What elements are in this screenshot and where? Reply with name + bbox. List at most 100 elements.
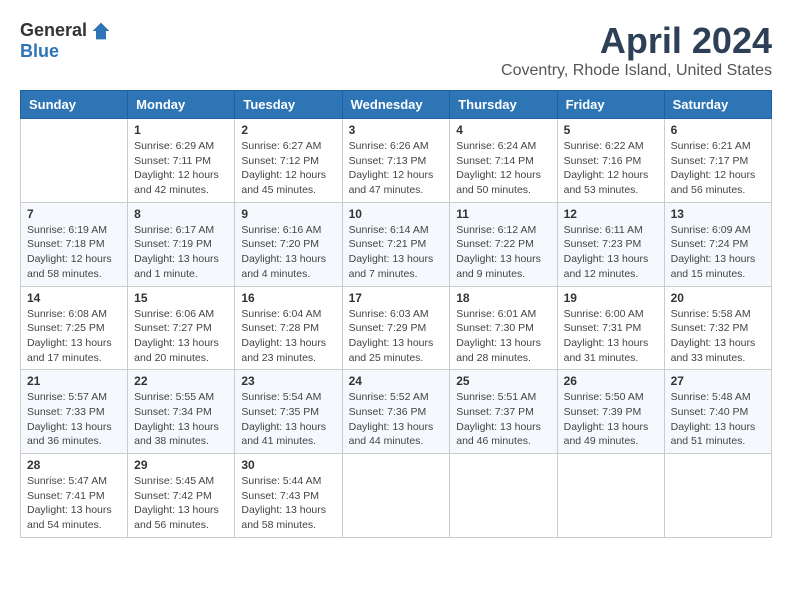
calendar-cell: 28 Sunrise: 5:47 AMSunset: 7:41 PMDayligh… bbox=[21, 454, 128, 538]
day-number: 4 bbox=[456, 123, 550, 137]
day-info: Sunrise: 6:06 AMSunset: 7:27 PMDaylight:… bbox=[134, 307, 228, 366]
day-info: Sunrise: 6:27 AMSunset: 7:12 PMDaylight:… bbox=[241, 139, 335, 198]
weekday-header-monday: Monday bbox=[128, 91, 235, 119]
day-number: 17 bbox=[349, 291, 444, 305]
day-info: Sunrise: 6:01 AMSunset: 7:30 PMDaylight:… bbox=[456, 307, 550, 366]
day-number: 11 bbox=[456, 207, 550, 221]
weekday-header-wednesday: Wednesday bbox=[342, 91, 450, 119]
day-number: 7 bbox=[27, 207, 121, 221]
logo-blue-text: Blue bbox=[20, 41, 59, 62]
calendar-cell: 4 Sunrise: 6:24 AMSunset: 7:14 PMDaylight… bbox=[450, 119, 557, 203]
day-info: Sunrise: 6:21 AMSunset: 7:17 PMDaylight:… bbox=[671, 139, 765, 198]
calendar-cell: 23 Sunrise: 5:54 AMSunset: 7:35 PMDayligh… bbox=[235, 370, 342, 454]
day-info: Sunrise: 5:44 AMSunset: 7:43 PMDaylight:… bbox=[241, 474, 335, 533]
day-number: 2 bbox=[241, 123, 335, 137]
page-header: General Blue April 2024 Coventry, Rhode … bbox=[20, 20, 772, 80]
day-number: 13 bbox=[671, 207, 765, 221]
day-number: 10 bbox=[349, 207, 444, 221]
calendar-cell: 17 Sunrise: 6:03 AMSunset: 7:29 PMDayligh… bbox=[342, 286, 450, 370]
day-info: Sunrise: 5:52 AMSunset: 7:36 PMDaylight:… bbox=[349, 390, 444, 449]
day-number: 30 bbox=[241, 458, 335, 472]
week-row-4: 21Sunrise: 5:57 AMSunset: 7:33 PMDayligh… bbox=[21, 370, 772, 454]
calendar-cell bbox=[21, 119, 128, 203]
calendar-cell: 24 Sunrise: 5:52 AMSunset: 7:36 PMDayligh… bbox=[342, 370, 450, 454]
calendar-cell bbox=[557, 454, 664, 538]
day-info: Sunrise: 6:08 AMSunset: 7:25 PMDaylight:… bbox=[27, 307, 121, 366]
day-number: 6 bbox=[671, 123, 765, 137]
calendar-cell: 26 Sunrise: 5:50 AMSunset: 7:39 PMDayligh… bbox=[557, 370, 664, 454]
week-row-1: 1 Sunrise: 6:29 AMSunset: 7:11 PMDaylight… bbox=[21, 119, 772, 203]
day-number: 15 bbox=[134, 291, 228, 305]
weekday-header-row: SundayMondayTuesdayWednesdayThursdayFrid… bbox=[21, 91, 772, 119]
calendar-cell: 20 Sunrise: 5:58 AMSunset: 7:32 PMDayligh… bbox=[664, 286, 771, 370]
day-info: Sunrise: 5:45 AMSunset: 7:42 PMDaylight:… bbox=[134, 474, 228, 533]
day-number: 5 bbox=[564, 123, 658, 137]
day-number: 29 bbox=[134, 458, 228, 472]
day-info: Sunrise: 5:47 AMSunset: 7:41 PMDaylight:… bbox=[27, 474, 121, 533]
day-number: 28 bbox=[27, 458, 121, 472]
weekday-header-saturday: Saturday bbox=[664, 91, 771, 119]
calendar-cell: 22 Sunrise: 5:55 AMSunset: 7:34 PMDayligh… bbox=[128, 370, 235, 454]
day-info: Sunrise: 5:51 AMSunset: 7:37 PMDaylight:… bbox=[456, 390, 550, 449]
day-info: Sunrise: 6:29 AMSunset: 7:11 PMDaylight:… bbox=[134, 139, 228, 198]
logo: General Blue bbox=[20, 20, 111, 62]
calendar-cell: 11Sunrise: 6:12 AMSunset: 7:22 PMDayligh… bbox=[450, 202, 557, 286]
weekday-header-friday: Friday bbox=[557, 91, 664, 119]
day-number: 20 bbox=[671, 291, 765, 305]
day-number: 8 bbox=[134, 207, 228, 221]
calendar-cell: 21Sunrise: 5:57 AMSunset: 7:33 PMDayligh… bbox=[21, 370, 128, 454]
day-number: 21 bbox=[27, 374, 121, 388]
day-number: 19 bbox=[564, 291, 658, 305]
day-info: Sunrise: 6:17 AMSunset: 7:19 PMDaylight:… bbox=[134, 223, 228, 282]
weekday-header-tuesday: Tuesday bbox=[235, 91, 342, 119]
week-row-5: 28 Sunrise: 5:47 AMSunset: 7:41 PMDayligh… bbox=[21, 454, 772, 538]
day-number: 22 bbox=[134, 374, 228, 388]
calendar-cell: 2 Sunrise: 6:27 AMSunset: 7:12 PMDaylight… bbox=[235, 119, 342, 203]
day-info: Sunrise: 6:03 AMSunset: 7:29 PMDaylight:… bbox=[349, 307, 444, 366]
month-title: April 2024 bbox=[501, 20, 772, 62]
day-info: Sunrise: 6:04 AMSunset: 7:28 PMDaylight:… bbox=[241, 307, 335, 366]
day-number: 27 bbox=[671, 374, 765, 388]
calendar-cell: 29 Sunrise: 5:45 AMSunset: 7:42 PMDayligh… bbox=[128, 454, 235, 538]
day-number: 24 bbox=[349, 374, 444, 388]
calendar-cell bbox=[342, 454, 450, 538]
calendar-cell: 19Sunrise: 6:00 AMSunset: 7:31 PMDayligh… bbox=[557, 286, 664, 370]
calendar-cell: 13 Sunrise: 6:09 AMSunset: 7:24 PMDayligh… bbox=[664, 202, 771, 286]
day-info: Sunrise: 6:14 AMSunset: 7:21 PMDaylight:… bbox=[349, 223, 444, 282]
title-section: April 2024 Coventry, Rhode Island, Unite… bbox=[501, 20, 772, 80]
calendar-cell: 5 Sunrise: 6:22 AMSunset: 7:16 PMDaylight… bbox=[557, 119, 664, 203]
day-info: Sunrise: 5:55 AMSunset: 7:34 PMDaylight:… bbox=[134, 390, 228, 449]
calendar-cell bbox=[450, 454, 557, 538]
location-title: Coventry, Rhode Island, United States bbox=[501, 62, 772, 80]
calendar-cell: 8 Sunrise: 6:17 AMSunset: 7:19 PMDaylight… bbox=[128, 202, 235, 286]
day-info: Sunrise: 5:54 AMSunset: 7:35 PMDaylight:… bbox=[241, 390, 335, 449]
day-number: 1 bbox=[134, 123, 228, 137]
calendar-cell bbox=[664, 454, 771, 538]
calendar-cell: 7 Sunrise: 6:19 AMSunset: 7:18 PMDaylight… bbox=[21, 202, 128, 286]
day-info: Sunrise: 5:50 AMSunset: 7:39 PMDaylight:… bbox=[564, 390, 658, 449]
calendar-table: SundayMondayTuesdayWednesdayThursdayFrid… bbox=[20, 90, 772, 538]
day-info: Sunrise: 5:48 AMSunset: 7:40 PMDaylight:… bbox=[671, 390, 765, 449]
calendar-cell: 3Sunrise: 6:26 AMSunset: 7:13 PMDaylight… bbox=[342, 119, 450, 203]
calendar-cell: 18 Sunrise: 6:01 AMSunset: 7:30 PMDayligh… bbox=[450, 286, 557, 370]
day-info: Sunrise: 6:22 AMSunset: 7:16 PMDaylight:… bbox=[564, 139, 658, 198]
day-info: Sunrise: 6:19 AMSunset: 7:18 PMDaylight:… bbox=[27, 223, 121, 282]
day-number: 14 bbox=[27, 291, 121, 305]
day-number: 25 bbox=[456, 374, 550, 388]
weekday-header-thursday: Thursday bbox=[450, 91, 557, 119]
logo-general-text: General bbox=[20, 20, 87, 41]
day-info: Sunrise: 6:11 AMSunset: 7:23 PMDaylight:… bbox=[564, 223, 658, 282]
calendar-cell: 12Sunrise: 6:11 AMSunset: 7:23 PMDayligh… bbox=[557, 202, 664, 286]
calendar-cell: 30 Sunrise: 5:44 AMSunset: 7:43 PMDayligh… bbox=[235, 454, 342, 538]
day-info: Sunrise: 5:58 AMSunset: 7:32 PMDaylight:… bbox=[671, 307, 765, 366]
day-info: Sunrise: 6:24 AMSunset: 7:14 PMDaylight:… bbox=[456, 139, 550, 198]
day-number: 26 bbox=[564, 374, 658, 388]
day-info: Sunrise: 6:09 AMSunset: 7:24 PMDaylight:… bbox=[671, 223, 765, 282]
day-number: 23 bbox=[241, 374, 335, 388]
day-number: 3 bbox=[349, 123, 444, 137]
calendar-cell: 16Sunrise: 6:04 AMSunset: 7:28 PMDayligh… bbox=[235, 286, 342, 370]
calendar-cell: 25 Sunrise: 5:51 AMSunset: 7:37 PMDayligh… bbox=[450, 370, 557, 454]
day-number: 18 bbox=[456, 291, 550, 305]
day-number: 9 bbox=[241, 207, 335, 221]
calendar-cell: 1 Sunrise: 6:29 AMSunset: 7:11 PMDaylight… bbox=[128, 119, 235, 203]
